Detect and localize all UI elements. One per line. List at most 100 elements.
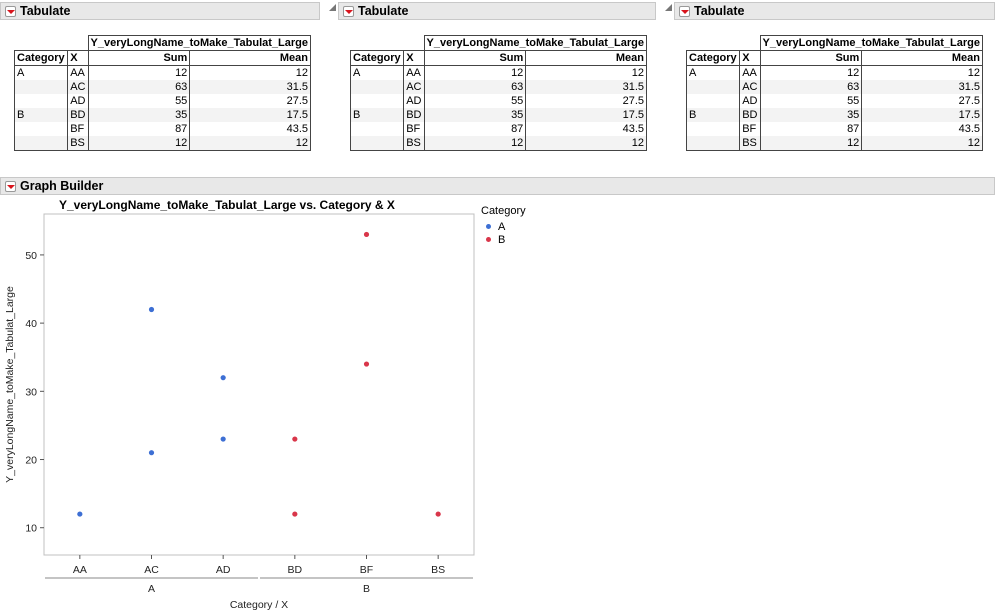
y-tick-label: 40: [25, 318, 37, 330]
column-header: Sum: [423, 50, 527, 66]
table-row: B BD 35 17.5: [349, 108, 647, 122]
resize-grip-icon[interactable]: [329, 4, 336, 11]
column-header: Category: [13, 50, 69, 66]
mean-cell: 43.5: [861, 122, 983, 136]
y-tick-label: 20: [25, 455, 37, 467]
x-cell: BD: [739, 108, 761, 122]
sum-cell: 87: [759, 122, 863, 136]
x-cell: AD: [739, 94, 761, 108]
x-cell: BF: [67, 122, 89, 136]
tabulate-panel-header-2: Tabulate: [338, 2, 656, 20]
mean-cell: 27.5: [861, 94, 983, 108]
sum-cell: 12: [87, 65, 191, 80]
mean-cell: 17.5: [189, 108, 311, 122]
disclosure-toggle-icon[interactable]: [5, 180, 16, 192]
sum-cell: 87: [423, 122, 527, 136]
column-header: Sum: [759, 50, 863, 66]
category-cell: B: [685, 108, 741, 122]
category-cell: A: [685, 65, 741, 80]
column-header: X: [67, 50, 89, 66]
x-axis-title: Category / X: [230, 599, 288, 611]
disclosure-toggle-icon[interactable]: [343, 5, 354, 17]
mean-cell: 27.5: [525, 94, 647, 108]
sum-cell: 35: [423, 108, 527, 122]
table-row: AC 63 31.5: [349, 80, 647, 94]
column-header: Sum: [87, 50, 191, 66]
plot-frame: [43, 213, 475, 556]
x-cell: AC: [403, 80, 425, 94]
x-cell: AC: [739, 80, 761, 94]
mean-cell: 31.5: [189, 80, 311, 94]
category-cell: [13, 122, 69, 136]
y-tick-label: 10: [25, 523, 37, 535]
x-cell: BS: [403, 136, 425, 151]
x-cell: AA: [67, 65, 89, 80]
data-point-b: [435, 511, 441, 517]
category-cell: [349, 94, 405, 108]
data-point-a: [148, 450, 155, 456]
legend-item-b[interactable]: B: [486, 233, 526, 246]
column-header: X: [739, 50, 761, 66]
x-cell: BF: [403, 122, 425, 136]
sum-cell: 12: [759, 65, 863, 80]
data-point-a: [220, 436, 226, 442]
column-header: Mean: [861, 50, 983, 66]
panel-title: Tabulate: [694, 4, 745, 18]
disclosure-toggle-icon[interactable]: [5, 5, 16, 17]
mean-cell: 12: [189, 136, 311, 151]
x-tick-label: BF: [360, 564, 373, 576]
data-point-a: [148, 306, 155, 313]
y-tick-label: 50: [25, 250, 37, 262]
table-row: B BD 35 17.5: [13, 108, 311, 122]
tabulate-table-2: Y_veryLongName_toMake_Tabulat_Large Categ…: [349, 35, 648, 151]
resize-grip-icon[interactable]: [665, 4, 672, 11]
column-header: Category: [685, 50, 741, 66]
panel-title: Tabulate: [358, 4, 409, 18]
sum-cell: 55: [423, 94, 527, 108]
category-cell: [685, 122, 741, 136]
column-header: X: [403, 50, 425, 66]
data-point-a: [220, 375, 226, 381]
category-cell: [349, 122, 405, 136]
legend-item-a[interactable]: A: [486, 220, 526, 233]
panel-title: Tabulate: [20, 4, 71, 18]
legend-title: Category: [481, 205, 526, 217]
table-row: AD 55 27.5: [685, 94, 983, 108]
x-cell: AD: [403, 94, 425, 108]
graph-builder-panel-header: Graph Builder: [0, 177, 995, 195]
table-row: BS 12 12: [349, 136, 647, 151]
table-row: A AA 12 12: [13, 65, 311, 80]
x-group-label: A: [148, 583, 155, 595]
category-cell: B: [349, 108, 405, 122]
sum-cell: 12: [423, 136, 527, 151]
x-tick-label: AD: [216, 564, 231, 576]
table-row: BS 12 12: [13, 136, 311, 151]
y-tick-label: 30: [25, 386, 37, 398]
data-point-b: [292, 511, 298, 517]
category-cell: [685, 80, 741, 94]
sum-cell: 35: [759, 108, 863, 122]
measure-header: Y_veryLongName_toMake_Tabulat_Large: [759, 35, 984, 51]
data-point-a: [77, 511, 83, 517]
mean-cell: 12: [525, 136, 647, 151]
tabulate-table-3: Y_veryLongName_toMake_Tabulat_Large Categ…: [685, 35, 984, 151]
category-cell: A: [13, 65, 69, 80]
mean-cell: 12: [525, 65, 647, 80]
disclosure-toggle-icon[interactable]: [679, 5, 690, 17]
mean-cell: 17.5: [525, 108, 647, 122]
category-cell: A: [349, 65, 405, 80]
chart-title: Y_veryLongName_toMake_Tabulat_Large vs. …: [59, 198, 395, 212]
category-cell: [685, 136, 741, 151]
column-header: Category: [349, 50, 405, 66]
table-row: AC 63 31.5: [685, 80, 983, 94]
tabulate-panel-header-3: Tabulate: [674, 2, 995, 20]
legend-marker-icon: [486, 224, 491, 229]
sum-cell: 35: [87, 108, 191, 122]
table-row: B BD 35 17.5: [685, 108, 983, 122]
x-cell: BS: [739, 136, 761, 151]
x-cell: AA: [739, 65, 761, 80]
mean-cell: 12: [189, 65, 311, 80]
category-cell: [13, 80, 69, 94]
panel-title: Graph Builder: [20, 179, 104, 193]
x-cell: BD: [403, 108, 425, 122]
